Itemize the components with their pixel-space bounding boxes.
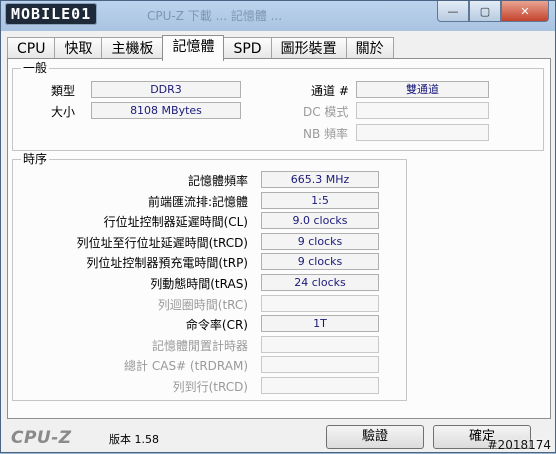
type-label: 類型 [51, 84, 76, 98]
nb-freq-value [356, 124, 489, 141]
tab-strip: CPU 快取 主機板 記憶體 SPD 圖形裝置 關於 [7, 35, 394, 61]
timing-label: 列動態時間(tRAS) [150, 277, 248, 291]
timing-value: 9 clocks [261, 253, 379, 271]
window-controls: — ▢ ✕ [437, 1, 549, 22]
timing-value: 1T [261, 315, 379, 333]
timing-value [261, 377, 379, 394]
watermark: #2018174 [487, 438, 552, 452]
tab-about[interactable]: 關於 [345, 37, 394, 60]
version-label: 版本 1.58 [109, 433, 159, 446]
memory-panel: 一般 類型 DDR3 大小 8108 MBytes 通道 # 雙通道 DC 模式… [7, 58, 551, 419]
tab-graphics[interactable]: 圖形裝置 [270, 37, 347, 60]
timing-value: 1:5 [261, 191, 379, 209]
channel-value: 雙通道 [356, 81, 489, 98]
channel-label: 通道 # [311, 84, 349, 98]
close-button[interactable]: ✕ [501, 1, 549, 22]
timing-label: 列到行(tRCD) [172, 380, 248, 394]
timing-value: 9.0 clocks [261, 212, 379, 230]
timing-label: 前端匯流排:記憶體 [147, 194, 248, 209]
timing-value [261, 294, 379, 312]
timing-label: 列迴圈時間(tRC) [157, 297, 248, 312]
timing-value: 9 clocks [261, 232, 379, 250]
timing-value: 665.3 MHz [261, 171, 379, 188]
tab-cache[interactable]: 快取 [54, 37, 103, 60]
timing-value [261, 356, 379, 374]
timing-label: 列位址控制器預充電時間(tRP) [86, 256, 248, 271]
timings-group: 時序 記憶體頻率 665.3 MHz 前端匯流排:記憶體 1:5 行位址控制器延遲時間(… [12, 152, 407, 401]
timings-group-title: 時序 [21, 152, 50, 166]
dc-mode-value [356, 102, 489, 119]
tab-memory[interactable]: 記憶體 [162, 35, 225, 61]
mobile01-logo: MOBILE01 [5, 3, 98, 25]
timing-label: 列位址至行位址延遲時間(tRCD) [76, 235, 248, 250]
size-value: 8108 MBytes [91, 102, 241, 119]
minimize-button[interactable]: — [437, 1, 469, 22]
validate-button[interactable]: 驗證 [326, 425, 424, 449]
title-bar[interactable]: MOBILE01 CPU-Z 下載 ... 記憶體 ... — ▢ ✕ [1, 1, 555, 31]
timing-value [261, 335, 379, 353]
tab-mainboard[interactable]: 主機板 [101, 37, 164, 60]
cpuz-brand: CPU-Z [11, 428, 72, 448]
timing-label: 命令率(CR) [185, 318, 248, 333]
window-title: CPU-Z 下載 ... 記憶體 ... [147, 9, 283, 23]
timing-value: 24 clocks [261, 274, 379, 291]
dc-mode-label: DC 模式 [303, 105, 349, 119]
general-group: 一般 類型 DDR3 大小 8108 MBytes 通道 # 雙通道 DC 模式… [12, 61, 544, 151]
timing-label: 總計 CAS# (tRDRAM) [124, 359, 248, 374]
maximize-button[interactable]: ▢ [469, 1, 501, 22]
tab-cpu[interactable]: CPU [7, 37, 56, 60]
timing-label: 記憶體閒置計時器 [151, 338, 248, 353]
nb-freq-label: NB 頻率 [303, 127, 349, 141]
general-group-title: 一般 [21, 61, 50, 75]
tab-spd[interactable]: SPD [223, 37, 272, 60]
type-value: DDR3 [91, 81, 241, 98]
timing-label: 行位址控制器延遲時間(CL) [103, 215, 248, 230]
size-label: 大小 [51, 105, 76, 119]
cpuz-window: MOBILE01 CPU-Z 下載 ... 記憶體 ... — ▢ ✕ CPU … [0, 0, 556, 453]
timing-label: 記憶體頻率 [187, 174, 248, 188]
footer-bar: CPU-Z 版本 1.58 驗證 確定 #2018174 [1, 419, 555, 454]
